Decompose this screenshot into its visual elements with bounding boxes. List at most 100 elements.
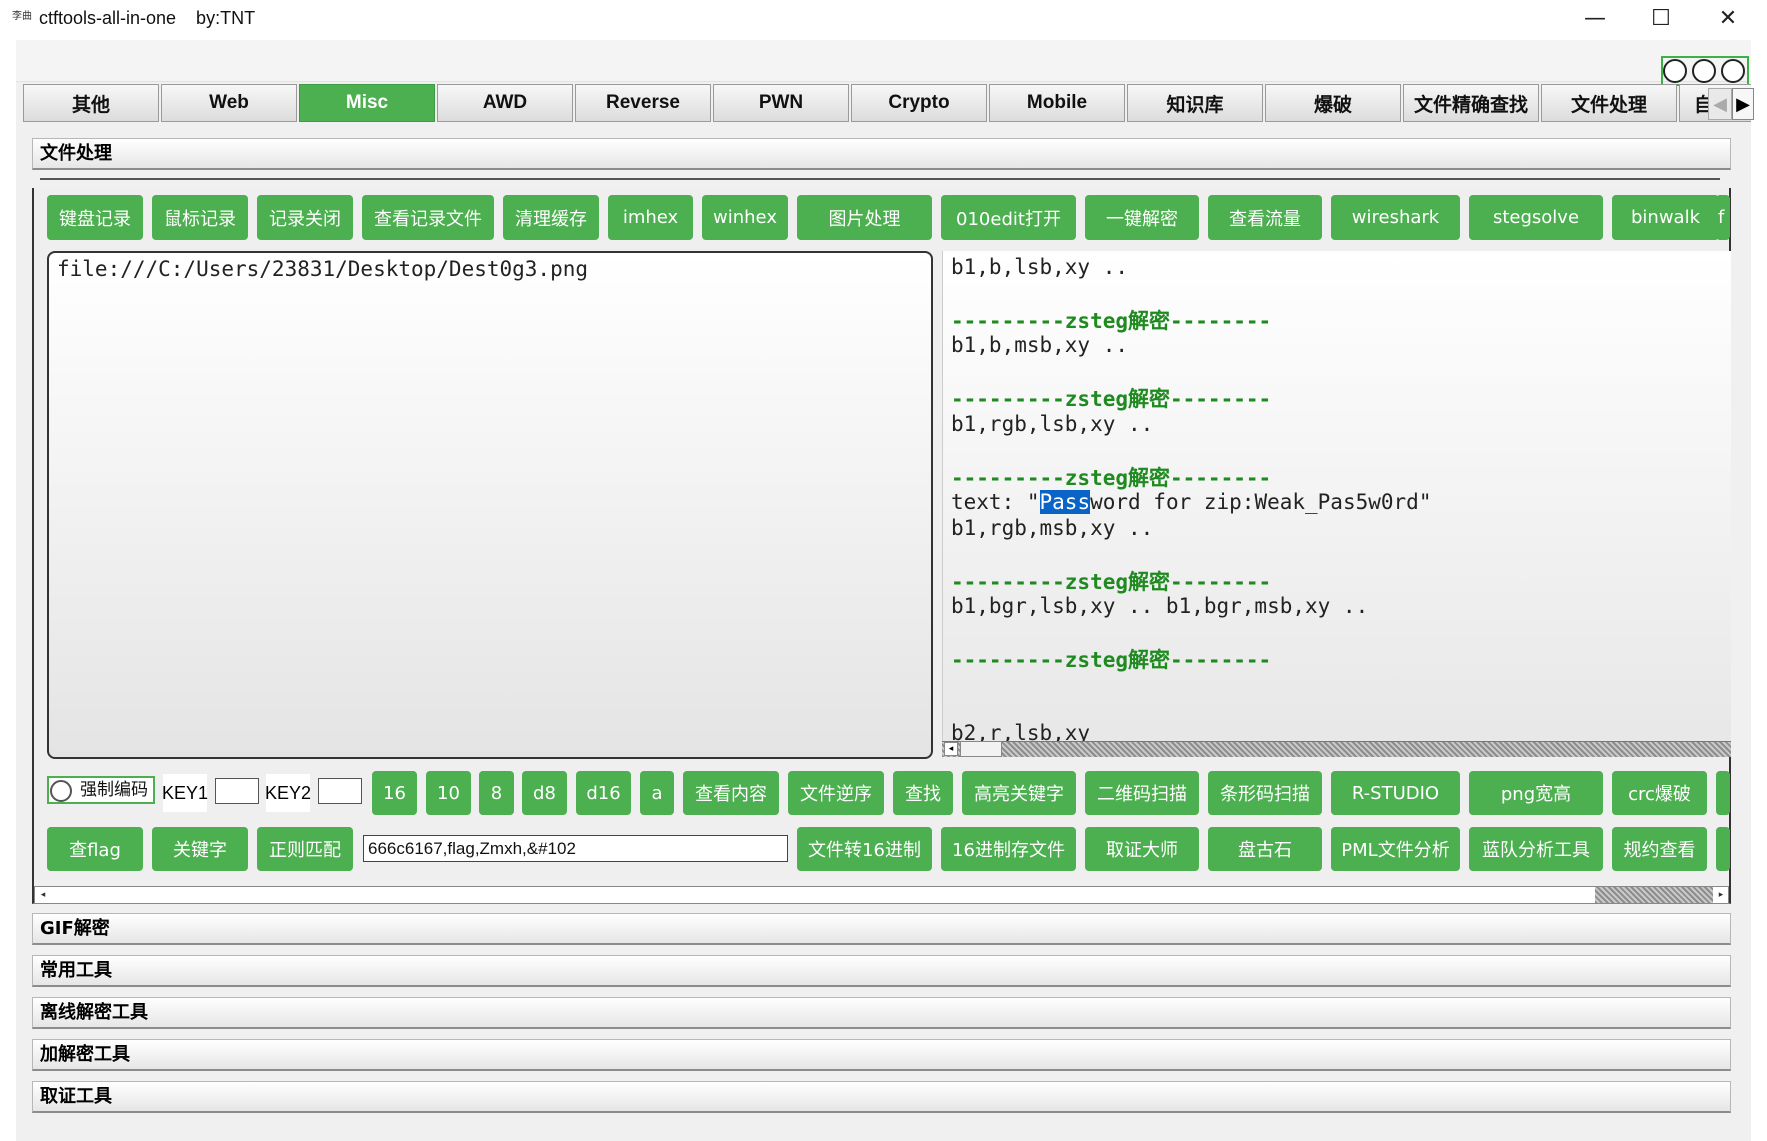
toolbar-truncated-button[interactable]: f [1716,195,1730,240]
png-size-button[interactable]: png宽高 [1469,771,1603,815]
barcode-scan-button[interactable]: 条形码扫描 [1208,771,1322,815]
section-file-processing[interactable]: 文件处理 [32,138,1731,170]
output-header: ---------zsteg解密-------- [951,648,1272,672]
file-path-text: file:///C:/Users/23831/Desktop/Dest0g3.p… [57,257,589,281]
tab-precise-file-search[interactable]: 文件精确查找 [1403,84,1539,122]
tab-scroll-left-icon[interactable]: ◀ [1708,88,1732,120]
text-suffix: word for zip:Weak_Pas5w0rd" [1090,490,1432,514]
tab-brute-force[interactable]: 爆破 [1265,84,1401,122]
scroll-left-arrow-icon[interactable]: ◂ [36,888,50,902]
file-path-input[interactable] [47,251,933,759]
section-crypto-tools[interactable]: 加解密工具 [32,1039,1731,1071]
find-button[interactable]: 查找 [893,771,953,815]
force-encoding-label: 强制编码 [80,780,148,800]
tab-misc[interactable]: Misc [299,84,435,122]
row3-truncated-button[interactable] [1716,827,1730,871]
key2-input[interactable] [318,778,362,804]
pangu-stone-button[interactable]: 盘古石 [1208,827,1322,871]
record-close-button[interactable]: 记录关闭 [257,195,353,240]
view-content-button[interactable]: 查看内容 [683,771,779,815]
panel-horizontal-scrollbar[interactable] [34,886,1729,904]
tab-crypto[interactable]: Crypto [851,84,987,122]
base8-button[interactable]: 8 [479,771,514,815]
view-traffic-button[interactable]: 查看流量 [1208,195,1322,240]
d8-button[interactable]: d8 [522,771,567,815]
tab-other[interactable]: 其他 [23,84,159,122]
tab-scroll-right-icon[interactable]: ▶ [1732,88,1754,120]
tab-reverse[interactable]: Reverse [575,84,711,122]
output-textarea[interactable]: b1,b,lsb,xy .. ---------zsteg解密-------- … [942,251,1731,754]
output-header: ---------zsteg解密-------- [951,466,1272,490]
winhex-button[interactable]: winhex [702,195,788,240]
key1-label: KEY1 [162,774,208,812]
section-divider [40,178,1720,180]
output-header: ---------zsteg解密-------- [951,387,1272,411]
tab-web[interactable]: Web [161,84,297,122]
row2-truncated-button[interactable] [1716,771,1730,815]
mouse-record-button[interactable]: 鼠标记录 [152,195,248,240]
circle-button-1[interactable] [1663,59,1687,83]
key1-input[interactable] [215,778,259,804]
output-line: b1,b,lsb,xy .. [951,255,1129,279]
tab-pwn[interactable]: PWN [713,84,849,122]
reverse-file-button[interactable]: 文件逆序 [788,771,884,815]
hex-save-file-button[interactable]: 16进制存文件 [941,827,1076,871]
scroll-left-arrow-icon[interactable]: ◂ [944,742,958,756]
minimize-button[interactable]: — [1562,0,1628,36]
output-header: ---------zsteg解密-------- [951,570,1272,594]
base16-button[interactable]: 16 [372,771,417,815]
ascii-button[interactable]: a [640,771,674,815]
regex-match-button[interactable]: 正则匹配 [257,827,353,871]
file-to-hex-button[interactable]: 文件转16进制 [797,827,932,871]
one-click-decrypt-button[interactable]: 一键解密 [1085,195,1199,240]
output-scroll-thumb[interactable] [960,741,1002,757]
key2-label: KEY2 [265,774,311,812]
section-gif[interactable]: GIF解密 [32,913,1731,945]
blue-team-tools-button[interactable]: 蓝队分析工具 [1469,827,1603,871]
close-button[interactable]: ✕ [1695,0,1761,36]
open-010edit-button[interactable]: 010edit打开 [941,195,1076,240]
maximize-button[interactable]: ☐ [1628,0,1694,36]
tab-bar: 其他 Web Misc AWD Reverse PWN Crypto Mobil… [23,84,1751,122]
imhex-button[interactable]: imhex [608,195,693,240]
view-record-file-button[interactable]: 查看记录文件 [362,195,494,240]
qr-scan-button[interactable]: 二维码扫描 [1085,771,1199,815]
section-common-tools[interactable]: 常用工具 [32,955,1731,987]
crc-brute-button[interactable]: crc爆破 [1612,771,1707,815]
section-offline-tools[interactable]: 离线解密工具 [32,997,1731,1029]
highlight-keyword-button[interactable]: 高亮关键字 [962,771,1076,815]
tab-file-processing[interactable]: 文件处理 [1541,84,1677,122]
stegsolve-button[interactable]: stegsolve [1469,195,1603,240]
output-line: b1,rgb,msb,xy .. [951,516,1154,540]
section-forensics-tools[interactable]: 取证工具 [32,1081,1731,1113]
circle-button-3[interactable] [1721,59,1745,83]
output-text-line: text: "Password for zip:Weak_Pas5w0rd" [951,490,1431,514]
tab-awd[interactable]: AWD [437,84,573,122]
image-processing-button[interactable]: 图片处理 [797,195,932,240]
binwalk-button[interactable]: binwalk [1612,195,1719,240]
d16-button[interactable]: d16 [576,771,631,815]
output-header: ---------zsteg解密-------- [951,309,1272,333]
forensics-master-button[interactable]: 取证大师 [1085,827,1199,871]
app-icon: 李曲 [12,11,32,22]
tab-knowledge-base[interactable]: 知识库 [1127,84,1263,122]
circle-button-2[interactable] [1692,59,1716,83]
protocol-view-button[interactable]: 规约查看 [1612,827,1707,871]
title-bar [0,0,1767,40]
pml-analysis-button[interactable]: PML文件分析 [1331,827,1460,871]
tab-mobile[interactable]: Mobile [989,84,1125,122]
force-encoding-radio[interactable] [50,780,72,802]
clear-cache-button[interactable]: 清理缓存 [503,195,599,240]
find-flag-button[interactable]: 查flag [47,827,143,871]
panel-scroll-thumb[interactable] [1595,887,1713,903]
wireshark-button[interactable]: wireshark [1331,195,1460,240]
scroll-right-arrow-icon[interactable]: ▸ [1714,888,1728,902]
regex-input[interactable]: 666c6167,flag,Zmxh,&#102 [363,835,788,862]
top-strip [16,40,1751,82]
keyword-button[interactable]: 关键字 [152,827,248,871]
output-horizontal-scrollbar[interactable] [942,741,1731,757]
base10-button[interactable]: 10 [426,771,471,815]
text-prefix: text: " [951,490,1040,514]
r-studio-button[interactable]: R-STUDIO [1331,771,1460,815]
keyboard-record-button[interactable]: 键盘记录 [47,195,143,240]
